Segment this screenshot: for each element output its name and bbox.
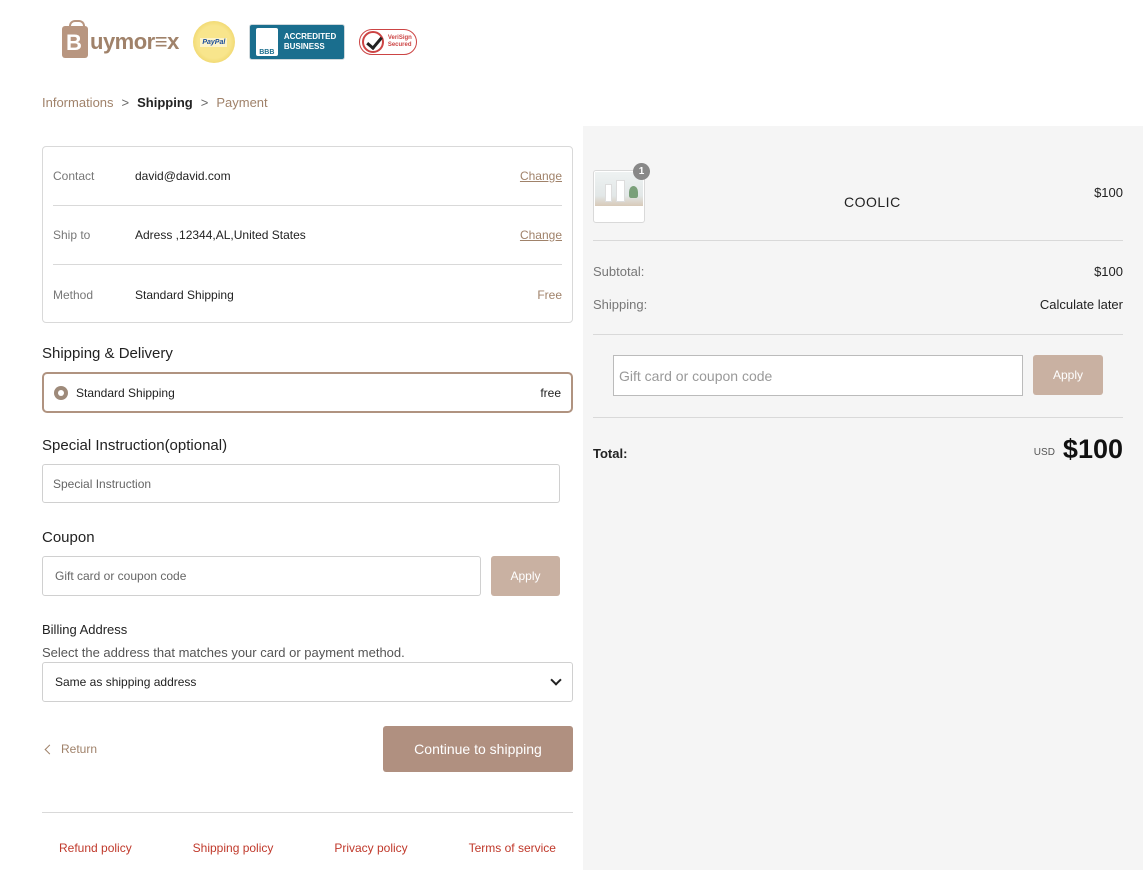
breadcrumb-payment[interactable]: Payment	[216, 95, 267, 110]
billing-address-select[interactable]: Same as shipping address	[42, 662, 573, 702]
breadcrumb-separator: >	[200, 95, 209, 110]
ship-to-row: Ship to Adress ,12344,AL,United States C…	[53, 206, 562, 265]
total-label: Total:	[593, 446, 628, 461]
coupon-apply-button[interactable]: Apply	[491, 556, 560, 596]
shopping-bag-icon: B	[62, 20, 88, 58]
subtotal-row: Subtotal: $100	[593, 264, 1123, 279]
product-thumbnail: 1	[593, 163, 650, 223]
radio-selected-icon[interactable]	[54, 385, 68, 400]
contact-label: Contact	[53, 169, 95, 183]
billing-address-subtitle: Select the address that matches your car…	[42, 645, 405, 660]
total-row: Total: USD $100	[593, 434, 1123, 465]
footer-links: Refund policy Shipping policy Privacy po…	[42, 813, 573, 855]
special-instruction-title: Special Instruction(optional)	[42, 437, 228, 454]
bottle-graphic	[605, 184, 612, 202]
continue-to-shipping-button[interactable]: Continue to shipping	[383, 726, 573, 772]
gift-card-apply-button[interactable]: Apply	[1033, 355, 1103, 395]
method-row: Method Standard Shipping Free	[53, 265, 562, 324]
breadcrumb: Informations > Shipping > Payment	[42, 95, 268, 110]
return-link[interactable]: Return	[42, 742, 97, 756]
total-value-group: USD $100	[1034, 434, 1123, 465]
change-contact-link[interactable]: Change	[520, 169, 562, 183]
summary-divider	[593, 240, 1123, 241]
brand-logo[interactable]: B uymor≡x	[62, 20, 179, 58]
change-address-link[interactable]: Change	[520, 228, 562, 242]
ship-to-label: Ship to	[53, 228, 91, 242]
return-label: Return	[61, 742, 98, 756]
coupon-title: Coupon	[42, 529, 95, 546]
coupon-row: Apply	[42, 556, 573, 596]
bbb-icon: BBB	[255, 28, 278, 56]
breadcrumb-informations[interactable]: Informations	[42, 95, 114, 110]
order-summary: 1 COOLIC $100 Subtotal: $100 Shipping: C…	[583, 126, 1143, 870]
shipping-delivery-title: Shipping & Delivery	[42, 345, 173, 362]
paypal-seal: PayPal	[192, 21, 235, 63]
brand-name: uymor≡x	[90, 29, 179, 54]
plant-graphic	[629, 186, 638, 198]
method-price: Free	[537, 287, 562, 302]
method-label: Method	[53, 287, 94, 302]
contact-row: Contact david@david.com Change	[53, 147, 562, 206]
checkmark-icon	[361, 31, 384, 53]
breadcrumb-shipping: Shipping	[137, 95, 193, 110]
standard-shipping-option[interactable]: Standard Shipping free	[42, 372, 573, 413]
quantity-badge: 1	[633, 163, 650, 180]
cart-item: 1 COOLIC $100	[593, 163, 1123, 240]
shipping-value: Calculate later	[1039, 297, 1123, 312]
subtotal-value: $100	[1094, 264, 1123, 279]
contact-value: david@david.com	[135, 169, 231, 183]
special-instruction-input[interactable]	[42, 464, 560, 503]
gift-card-row: Apply	[613, 355, 1103, 396]
shipping-label: Shipping:	[593, 297, 648, 312]
billing-address-selected: Same as shipping address	[55, 675, 197, 689]
header-logos: B uymor≡x PayPal BBB ACCREDITED BUSINESS …	[62, 20, 417, 64]
chevron-down-icon	[550, 674, 562, 686]
verisign-seal: VeriSign Secured	[358, 29, 417, 55]
breadcrumb-separator: >	[121, 95, 130, 110]
shipping-option-price: free	[540, 385, 561, 400]
form-actions: Return Continue to shipping	[42, 726, 573, 772]
coupon-input[interactable]	[42, 556, 481, 596]
product-price: $100	[1094, 185, 1123, 200]
billing-address-title: Billing Address	[42, 622, 128, 637]
shipping-policy-link[interactable]: Shipping policy	[193, 841, 274, 855]
chevron-left-icon	[44, 744, 55, 754]
currency-code: USD	[1033, 447, 1055, 458]
order-review-box: Contact david@david.com Change Ship to A…	[42, 146, 573, 323]
shipping-row: Shipping: Calculate later	[593, 297, 1123, 312]
checkout-form: Contact david@david.com Change Ship to A…	[42, 146, 573, 855]
refund-policy-link[interactable]: Refund policy	[59, 841, 132, 855]
subtotal-label: Subtotal:	[593, 264, 645, 279]
summary-divider	[593, 417, 1123, 418]
method-value: Standard Shipping	[135, 287, 234, 302]
total-amount: $100	[1062, 434, 1123, 464]
terms-of-service-link[interactable]: Terms of service	[469, 841, 556, 855]
ship-to-value: Adress ,12344,AL,United States	[135, 228, 306, 242]
shipping-option-label: Standard Shipping	[76, 385, 175, 400]
gift-card-input[interactable]	[613, 355, 1023, 396]
product-name: COOLIC	[844, 194, 901, 210]
privacy-policy-link[interactable]: Privacy policy	[334, 841, 407, 855]
summary-divider	[593, 334, 1123, 335]
bottle-graphic	[616, 180, 625, 202]
bbb-accredited-seal: BBB ACCREDITED BUSINESS	[248, 24, 345, 60]
